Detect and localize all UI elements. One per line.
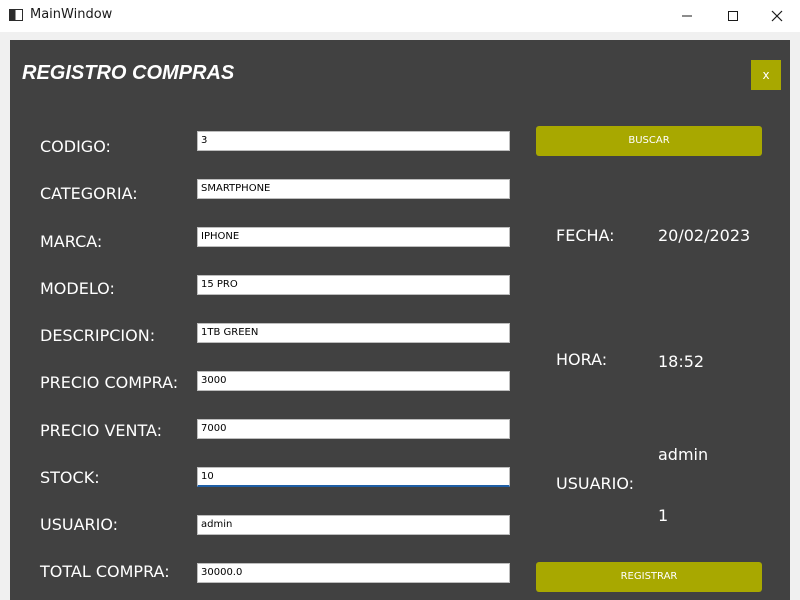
usuario-input[interactable]: admin <box>197 515 510 535</box>
precio-venta-input[interactable]: 7000 <box>197 419 510 439</box>
marca-input[interactable]: IPHONE <box>197 227 510 247</box>
user-id-value: 1 <box>658 506 669 525</box>
minimize-icon <box>682 15 692 17</box>
categoria-input[interactable]: SMARTPHONE <box>197 179 510 199</box>
hora-label: HORA: <box>556 350 608 369</box>
codigo-label: CODIGO: <box>40 137 111 156</box>
modelo-input[interactable]: 15 PRO <box>197 275 510 295</box>
maximize-button[interactable] <box>710 0 756 32</box>
usuario-label: USUARIO: <box>40 515 119 534</box>
codigo-input[interactable]: 3 <box>197 131 510 151</box>
app-window-icon <box>9 9 23 21</box>
page-title: REGISTRO COMPRAS <box>22 62 235 84</box>
descripcion-label: DESCRIPCION: <box>40 326 156 345</box>
window-title: MainWindow <box>30 7 113 22</box>
categoria-label: CATEGORIA: <box>40 184 138 203</box>
close-form-button[interactable]: x <box>751 60 781 90</box>
main-panel: REGISTRO COMPRAS x CODIGO: CATEGORIA: MA… <box>10 40 790 600</box>
registrar-button[interactable]: REGISTRAR <box>536 562 762 592</box>
precio-venta-label: PRECIO VENTA: <box>40 421 163 440</box>
window-titlebar: MainWindow <box>0 0 800 32</box>
modelo-label: MODELO: <box>40 279 115 298</box>
minimize-button[interactable] <box>664 0 710 32</box>
stock-label: STOCK: <box>40 468 100 487</box>
total-compra-label: TOTAL COMPRA: <box>40 562 170 581</box>
user-name-value: admin <box>658 445 709 464</box>
usuario-info-label: USUARIO: <box>556 474 635 493</box>
descripcion-input[interactable]: 1TB GREEN <box>197 323 510 343</box>
precio-compra-label: PRECIO COMPRA: <box>40 373 179 392</box>
precio-compra-input[interactable]: 3000 <box>197 371 510 391</box>
fecha-label: FECHA: <box>556 226 615 245</box>
maximize-icon <box>728 11 738 21</box>
close-icon <box>771 10 783 22</box>
buscar-button[interactable]: BUSCAR <box>536 126 762 156</box>
stock-input[interactable]: 10 <box>197 467 510 487</box>
total-compra-input[interactable]: 30000.0 <box>197 563 510 583</box>
hora-value: 18:52 <box>658 352 705 371</box>
marca-label: MARCA: <box>40 232 103 251</box>
close-window-button[interactable] <box>754 0 800 32</box>
fecha-value: 20/02/2023 <box>658 226 751 245</box>
